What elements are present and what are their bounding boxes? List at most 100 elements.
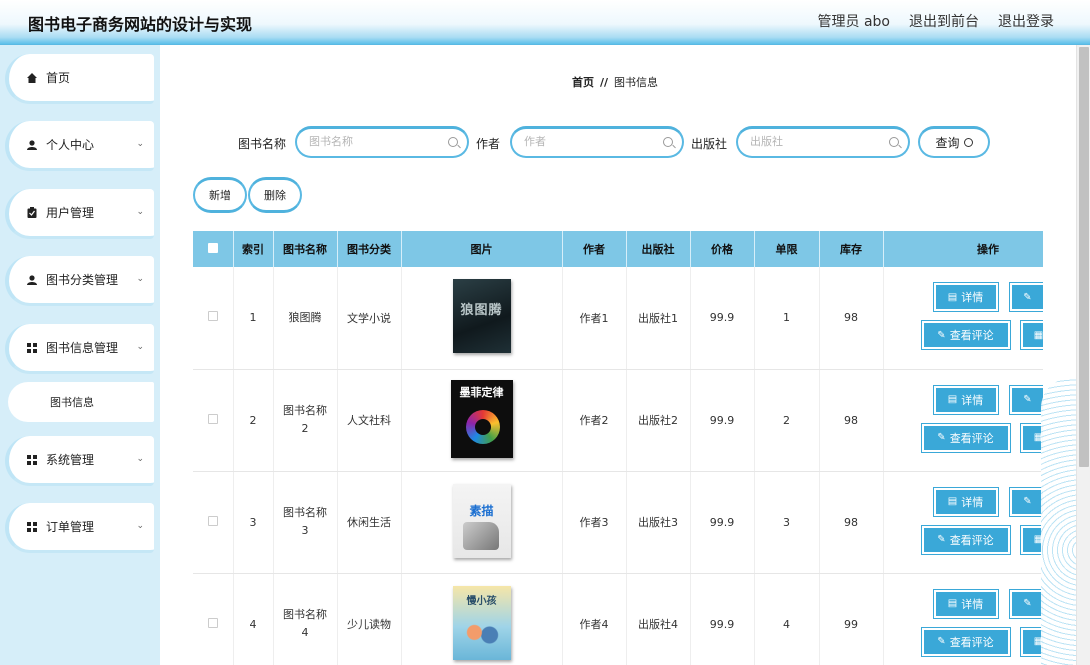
cell-actions: ▤ 详情 ✎ ✎ 查看评论 ▦ [883,573,1043,665]
search-icon [963,138,973,147]
edit-button[interactable]: ✎ [1008,282,1043,312]
delete-button[interactable]: 删除 [248,177,302,213]
row-checkbox[interactable] [207,617,218,628]
column-header: 库存 [819,231,884,267]
vertical-scrollbar[interactable] [1076,45,1090,665]
query-button[interactable]: 查询 [918,126,990,158]
column-header: 索引 [233,231,274,267]
cell-price: 99.9 [690,573,755,665]
cell-category: 休闲生活 [337,471,402,574]
sidebar-item-personal-center[interactable]: 个人中心 ⌄ [5,121,154,171]
delete-button-label: 删除 [264,189,286,202]
row-checkbox[interactable] [207,311,218,322]
cell-stock: 98 [819,267,884,370]
grid-icon [27,521,37,532]
cell-category: 人文社科 [337,369,402,472]
view-reviews-button[interactable]: ✎ 查看评论 [920,422,1011,453]
sidebar-item-orders[interactable]: 订单管理 ⌄ [5,503,154,553]
logout-link[interactable]: 退出登录 [998,11,1054,31]
delete-row-button[interactable]: ▦ [1019,320,1043,350]
cell-index: 1 [233,267,274,370]
sidebar-item-label: 系统管理 [46,453,95,467]
search-icon [889,137,899,147]
view-reviews-button[interactable]: ✎ 查看评论 [920,626,1011,657]
column-header: 作者 [562,231,627,267]
breadcrumb-current: 图书信息 [614,76,659,89]
chevron-down-icon: ⌄ [136,207,144,217]
book-name-text: 图书名称 [283,404,327,417]
edit-icon: ✎ [1023,291,1032,303]
cell-actions: ▤ 详情 ✎ ✎ 查看评论 ▦ [883,369,1043,472]
sidebar-item-label: 图书分类管理 [46,273,119,287]
document-icon: ▤ [947,496,958,507]
book-name-text: 狼图腾 [288,310,322,324]
view-reviews-button[interactable]: ✎ 查看评论 [920,524,1011,555]
book-name-suffix: 3 [301,524,309,537]
cell-stock: 98 [819,369,884,472]
chevron-down-icon: ⌄ [136,454,144,464]
publisher-field[interactable] [736,126,910,158]
edit-icon: ✎ [937,636,946,647]
cell-publisher: 出版社1 [626,267,691,370]
breadcrumb-home[interactable]: 首页 [572,76,594,89]
sidebar-item-user-management[interactable]: 用户管理 ⌄ [5,189,154,239]
document-icon: ▤ [947,394,958,405]
clipboard-icon [27,207,37,218]
detail-button[interactable]: ▤ 详情 [932,384,999,415]
cell-author: 作者4 [562,573,627,665]
publisher-input[interactable] [750,135,870,148]
sidebar-item-label: 个人中心 [46,138,95,152]
column-header: 图片 [401,231,563,267]
book-name-text: 图书名称 [283,608,327,621]
detail-button[interactable]: ▤ 详情 [932,282,999,312]
book-cover-image: 狼图腾 [452,279,511,354]
row-checkbox[interactable] [207,515,218,526]
select-all-checkbox[interactable] [207,242,218,253]
book-name-field[interactable] [295,126,469,158]
author-field[interactable] [510,126,684,158]
view-reviews-label: 查看评论 [949,533,994,547]
grid-icon [27,342,37,353]
edit-icon: ✎ [937,534,946,545]
cell-category: 文学小说 [337,267,402,370]
edit-button[interactable]: ✎ [1008,486,1043,517]
column-header: 操作 [883,231,1043,267]
delete-row-button[interactable]: ▦ [1019,422,1043,453]
edit-button[interactable]: ✎ [1008,384,1043,415]
top-right-links: 管理员 abo 退出到前台 退出登录 [818,11,1054,31]
chevron-down-icon: ⌄ [136,139,144,149]
sidebar-item-label: 订单管理 [46,520,95,534]
exit-to-front-link[interactable]: 退出到前台 [909,11,979,31]
detail-button[interactable]: ▤ 详情 [932,486,999,517]
edit-icon: ✎ [937,432,946,443]
cell-limit: 4 [754,573,820,665]
book-cover-image: 慢小孩 [452,585,511,660]
cell-price: 99.9 [690,471,755,574]
select-all-cell[interactable] [193,231,234,267]
sidebar-item-book-info[interactable]: 图书信息管理 ⌄ [5,324,154,374]
sidebar-item-home[interactable]: 首页 [5,54,154,104]
sidebar-subitem-book-info[interactable]: 图书信息 [8,382,154,422]
cell-price: 99.9 [690,267,755,370]
sidebar-item-book-category[interactable]: 图书分类管理 ⌄ [5,256,154,306]
add-button[interactable]: 新增 [193,177,247,213]
author-input[interactable] [524,135,644,148]
document-icon: ▤ [947,598,958,609]
book-name-input[interactable] [309,135,429,148]
detail-button[interactable]: ▤ 详情 [932,588,999,619]
view-reviews-button[interactable]: ✎ 查看评论 [920,320,1011,350]
view-reviews-label: 查看评论 [949,635,994,649]
author-label: 作者 [476,137,501,151]
add-button-label: 新增 [209,189,231,202]
delete-row-button[interactable]: ▦ [1019,626,1043,657]
sidebar-item-system[interactable]: 系统管理 ⌄ [5,436,154,486]
delete-row-button[interactable]: ▦ [1019,524,1043,555]
edit-icon: ✎ [1023,598,1032,609]
book-name-label: 图书名称 [238,137,287,151]
cell-publisher: 出版社4 [626,573,691,665]
cell-book-name: 图书名称 2 [273,369,338,472]
row-checkbox[interactable] [207,413,218,424]
scrollbar-thumb[interactable] [1079,47,1089,467]
edit-button[interactable]: ✎ [1008,588,1043,619]
column-header: 图书名称 [273,231,338,267]
